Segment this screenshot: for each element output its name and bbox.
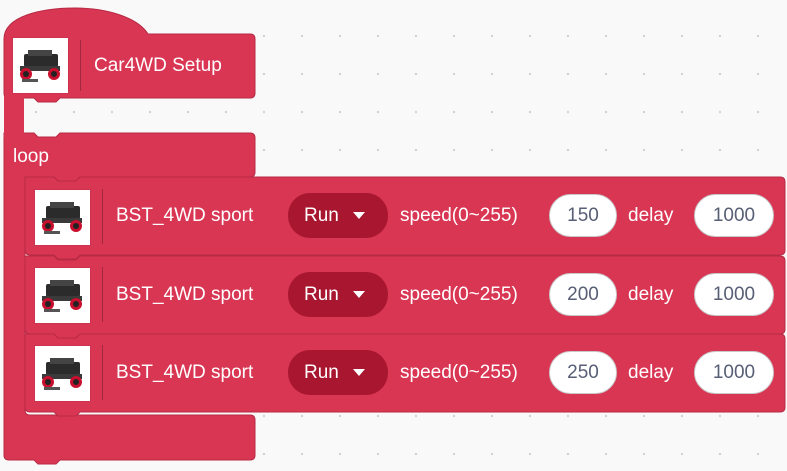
direction-dropdown[interactable]: Run: [288, 350, 388, 395]
delay-label: delay: [628, 284, 674, 305]
sport-divider: [102, 267, 103, 322]
speed-label: speed(0~255): [400, 284, 518, 305]
delay-input[interactable]: 1000: [694, 273, 774, 316]
speed-input[interactable]: 250: [549, 351, 617, 394]
direction-value: Run: [304, 204, 339, 226]
setup-divider: [80, 40, 81, 91]
sport-label: BST_4WD sport: [116, 205, 254, 226]
delay-input[interactable]: 1000: [694, 194, 774, 237]
sport-label: BST_4WD sport: [116, 284, 254, 305]
direction-dropdown[interactable]: Run: [288, 272, 388, 317]
car-4wd-icon: [35, 190, 90, 245]
car-4wd-icon: [35, 346, 90, 401]
speed-input[interactable]: 150: [549, 194, 617, 237]
speed-input[interactable]: 200: [549, 273, 617, 316]
direction-value: Run: [304, 361, 339, 383]
loop-block-label: loop: [13, 146, 49, 167]
setup-block-label: Car4WD Setup: [94, 55, 222, 76]
delay-input[interactable]: 1000: [694, 351, 774, 394]
speed-label: speed(0~255): [400, 205, 518, 226]
delay-label: delay: [628, 205, 674, 226]
direction-dropdown[interactable]: Run: [288, 193, 388, 238]
sport-label: BST_4WD sport: [116, 362, 254, 383]
chevron-down-icon: [352, 291, 365, 298]
car-4wd-icon: [35, 268, 90, 323]
direction-value: Run: [304, 283, 339, 305]
sport-divider: [102, 189, 103, 244]
speed-label: speed(0~255): [400, 362, 518, 383]
chevron-down-icon: [352, 212, 365, 219]
delay-label: delay: [628, 362, 674, 383]
sport-divider: [102, 345, 103, 400]
chevron-down-icon: [352, 369, 365, 376]
car-4wd-icon: [13, 38, 68, 93]
setup-body-shape: [4, 96, 24, 138]
